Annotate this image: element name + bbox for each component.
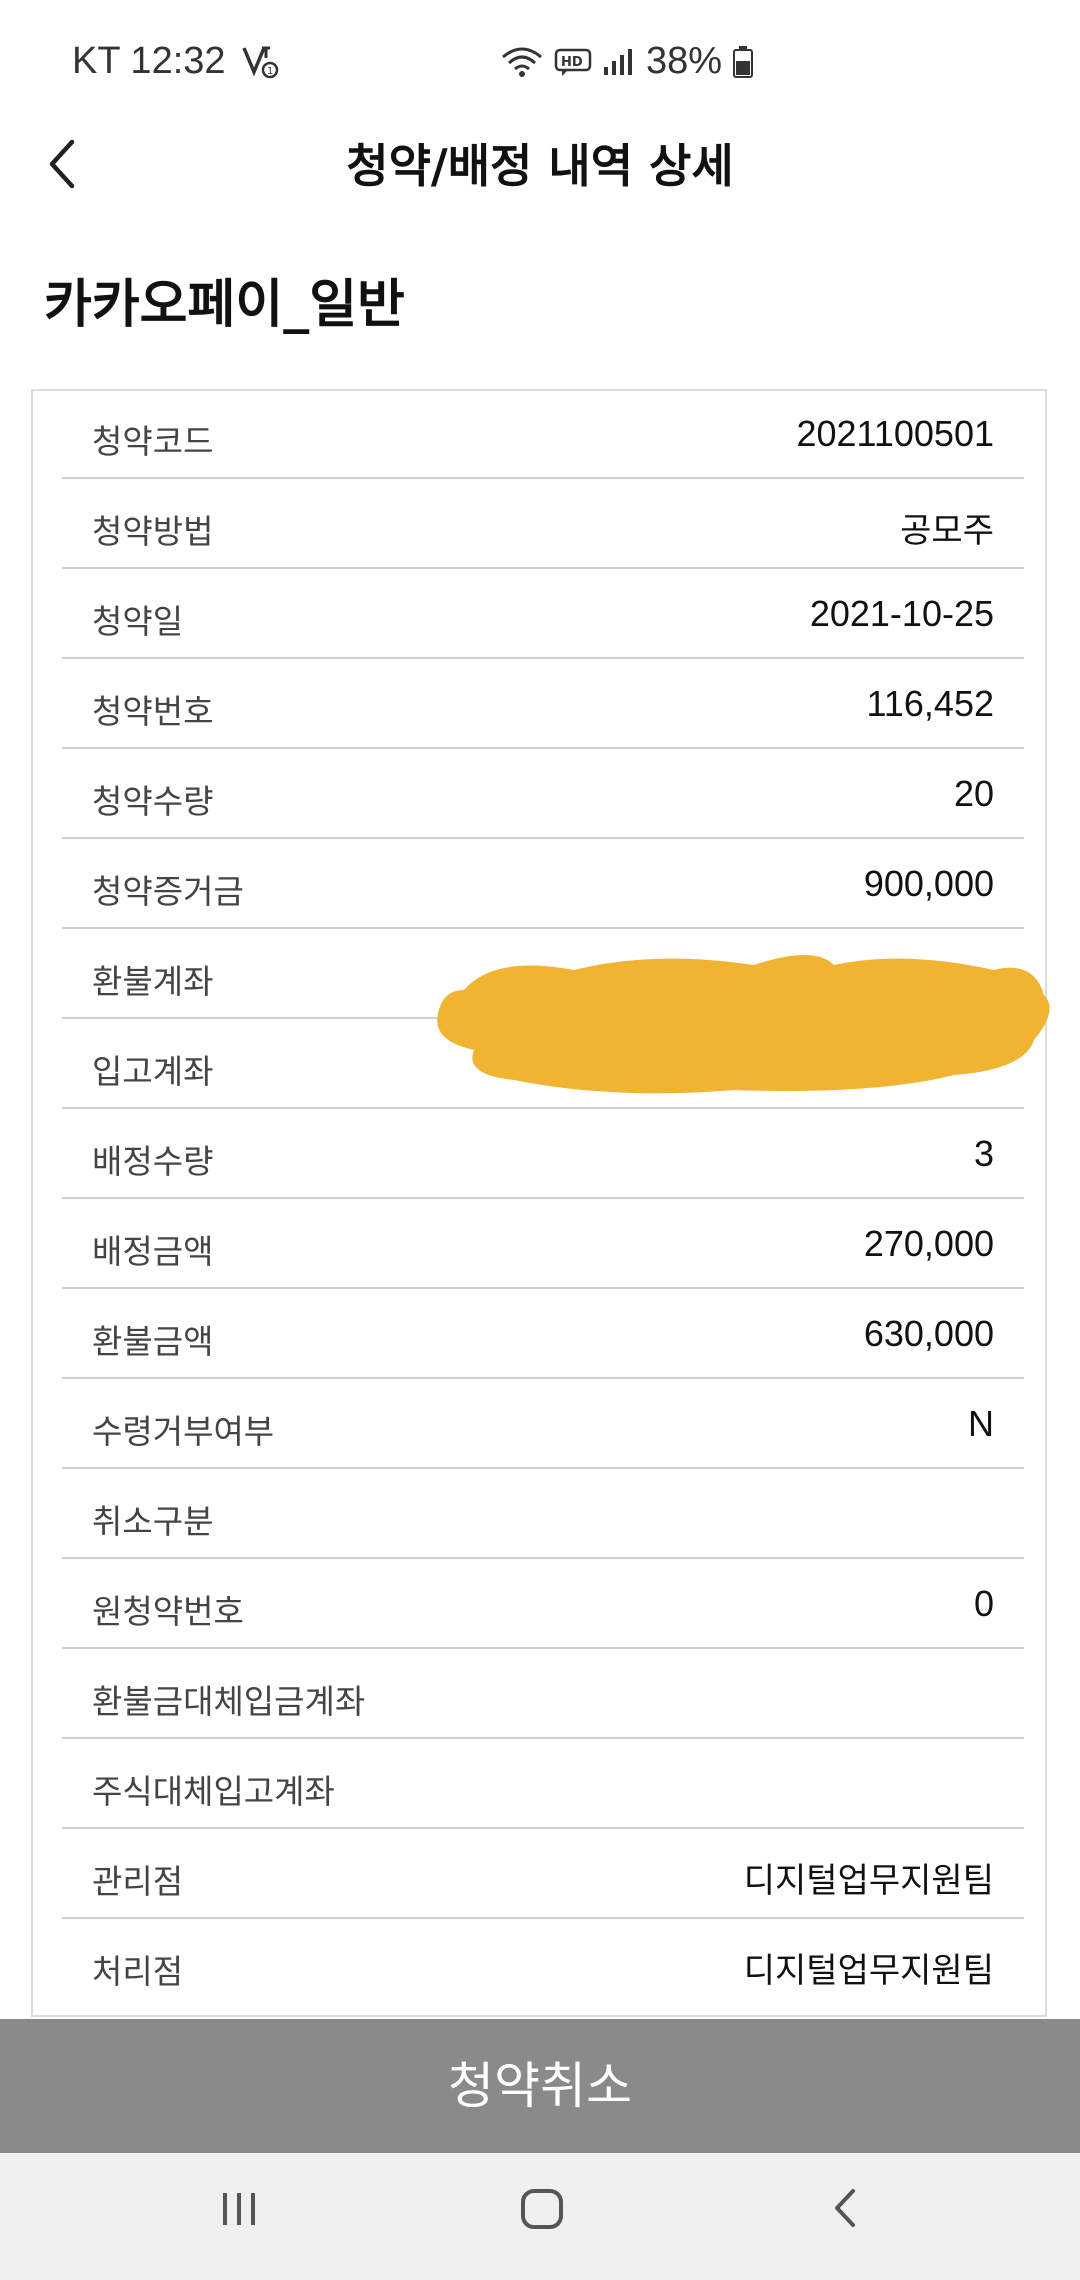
row-value: N <box>968 1403 994 1444</box>
row-label: 수령거부여부 <box>92 1412 275 1451</box>
row-value: 0 <box>973 1583 994 1624</box>
row-value: 20 <box>953 773 994 814</box>
row-label: 원청약번호 <box>92 1592 244 1631</box>
table-row: 환불계좌 <box>62 931 1024 1019</box>
row-value: 116,452 <box>866 683 994 724</box>
row-value: 3 <box>973 1133 994 1174</box>
row-value: 2021-10-25 <box>809 593 994 634</box>
row-value: 공모주 <box>900 511 994 551</box>
home-button[interactable] <box>502 2183 582 2253</box>
table-row: 환불금대체입금계좌 <box>62 1651 1024 1739</box>
battery-percent: 38% <box>646 40 723 82</box>
table-row: 청약수량 20 <box>62 751 1024 839</box>
table-row: 청약방법 공모주 <box>62 481 1024 569</box>
row-value: 2021100501 <box>796 413 994 454</box>
detail-table: 청약코드 2021100501 청약방법 공모주 청약일 2021-10-25 … <box>31 389 1047 2017</box>
signal-icon <box>602 47 636 77</box>
table-row: 배정금액 270,000 <box>62 1201 1024 1289</box>
table-row: 원청약번호 0 <box>62 1561 1024 1649</box>
carrier-time: KT 12:32 <box>72 40 226 82</box>
product-name: 카카오페이_일반 <box>44 275 405 335</box>
row-label: 입고계좌 <box>92 1052 214 1091</box>
row-value: 900,000 <box>863 863 994 904</box>
back-nav-button[interactable] <box>806 2183 886 2253</box>
status-right: HD 38% <box>500 40 754 83</box>
row-label: 환불계좌 <box>92 962 214 1001</box>
row-label: 배정수량 <box>92 1142 214 1181</box>
wifi-icon <box>500 45 544 79</box>
table-row: 청약일 2021-10-25 <box>62 571 1024 659</box>
cancel-subscription-button[interactable]: 청약취소 <box>0 2019 1080 2153</box>
page-title: 청약/배정 내역 상세 <box>346 139 734 193</box>
call-notification-icon: 1 <box>240 44 280 80</box>
table-row: 입고계좌 <box>62 1021 1024 1109</box>
row-label: 관리점 <box>92 1862 184 1901</box>
svg-text:1: 1 <box>267 66 273 77</box>
row-label: 청약증거금 <box>92 872 244 911</box>
table-row: 주식대체입고계좌 <box>62 1741 1024 1829</box>
table-row: 관리점 디지털업무지원팀 <box>62 1831 1024 1919</box>
row-label: 청약번호 <box>92 692 214 731</box>
row-value: 630,000 <box>863 1313 994 1354</box>
row-label: 청약방법 <box>92 512 214 551</box>
table-row: 배정수량 3 <box>62 1111 1024 1199</box>
hd-voice-icon: HD <box>554 47 592 77</box>
table-row: 청약증거금 900,000 <box>62 841 1024 929</box>
row-label: 환불금대체입금계좌 <box>92 1682 366 1721</box>
app-header: 청약/배정 내역 상세 <box>0 120 1080 210</box>
row-value: 270,000 <box>863 1223 994 1264</box>
row-value: 디지털업무지원팀 <box>743 1861 994 1901</box>
table-row: 취소구분 <box>62 1471 1024 1559</box>
row-label: 청약수량 <box>92 782 214 821</box>
row-label: 청약일 <box>92 602 184 641</box>
row-label: 배정금액 <box>92 1232 214 1271</box>
recent-apps-icon <box>200 2183 280 2233</box>
row-label: 환불금액 <box>92 1322 214 1361</box>
row-label: 청약코드 <box>92 422 214 461</box>
back-icon <box>806 2183 886 2233</box>
status-left: KT 12:32 1 <box>72 40 280 83</box>
recent-apps-button[interactable] <box>200 2183 280 2253</box>
row-value: 디지털업무지원팀 <box>743 1951 994 1991</box>
home-icon <box>502 2183 582 2233</box>
svg-text:HD: HD <box>561 55 583 70</box>
row-label: 주식대체입고계좌 <box>92 1772 335 1811</box>
table-row: 수령거부여부 N <box>62 1381 1024 1469</box>
table-row: 처리점 디지털업무지원팀 <box>62 1921 1024 2009</box>
table-row: 청약번호 116,452 <box>62 661 1024 749</box>
navigation-bar <box>0 2153 1080 2280</box>
table-row: 청약코드 2021100501 <box>62 391 1024 479</box>
row-label: 처리점 <box>92 1952 184 1991</box>
battery-icon <box>732 45 754 79</box>
row-label: 취소구분 <box>92 1502 214 1541</box>
table-row: 환불금액 630,000 <box>62 1291 1024 1379</box>
status-bar: KT 12:32 1 HD 38% <box>0 0 1080 130</box>
